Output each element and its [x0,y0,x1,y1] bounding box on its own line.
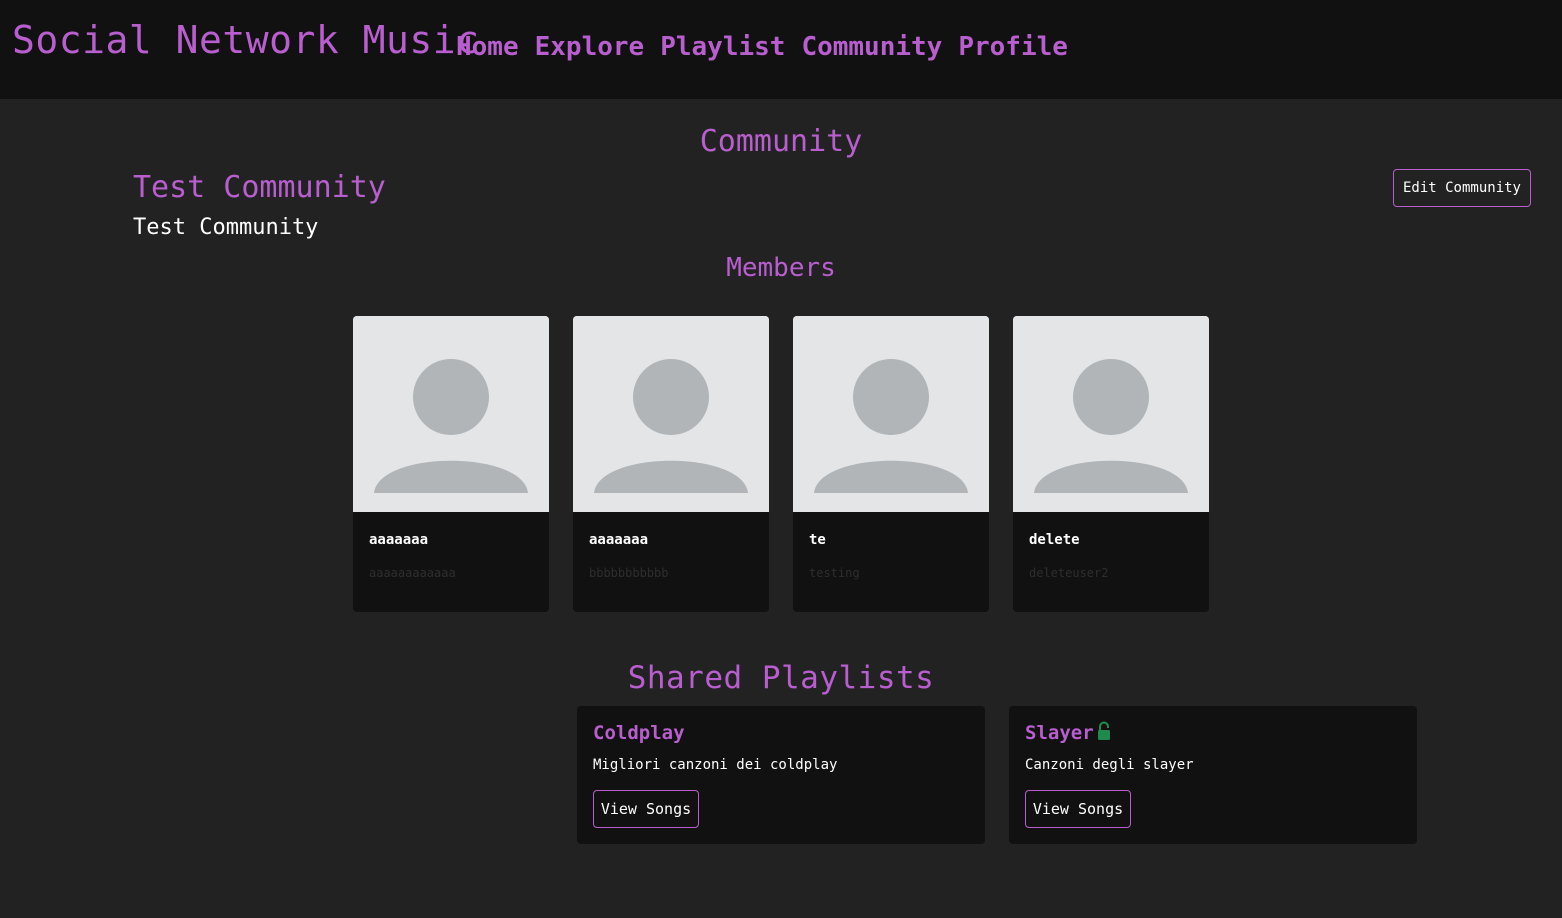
nav-link-playlist[interactable]: Playlist [660,32,785,62]
user-placeholder-icon [353,316,549,512]
member-username: bbbbbbbbbbb [589,566,669,580]
member-card[interactable]: delete deleteuser2 [1013,316,1209,612]
community-description: Test Community [133,215,319,240]
playlist-card: Slayer Canzoni degli slayer View Songs [1009,706,1417,844]
member-name: aaaaaaa [369,532,429,548]
view-songs-button[interactable]: View Songs [593,790,699,828]
edit-community-button[interactable]: Edit Community [1393,169,1531,207]
playlist-name: Coldplay [593,722,685,744]
playlist-name-row: Slayer [1025,721,1401,745]
member-name: delete [1029,532,1080,548]
playlist-name-row: Coldplay [593,722,969,744]
shared-playlists-list: Coldplay Migliori canzoni dei coldplay V… [577,706,1417,844]
member-card[interactable]: te testing [793,316,989,612]
user-placeholder-icon [793,316,989,512]
user-placeholder-icon [573,316,769,512]
community-name: Test Community [133,170,386,205]
member-username: aaaaaaaaaaaa [369,566,456,580]
playlist-card: Coldplay Migliori canzoni dei coldplay V… [577,706,985,844]
nav-link-explore[interactable]: Explore [535,32,645,62]
nav-link-community[interactable]: Community [801,32,942,62]
member-card[interactable]: aaaaaaa aaaaaaaaaaaa [353,316,549,612]
playlist-name: Slayer [1025,722,1094,744]
nav-link-home[interactable]: Home [456,32,519,62]
playlist-description: Migliori canzoni dei coldplay [593,757,838,773]
page-title: Community [699,124,863,159]
member-card[interactable]: aaaaaaa bbbbbbbbbbb [573,316,769,612]
nav-link-profile[interactable]: Profile [958,32,1068,62]
member-username: deleteuser2 [1029,566,1109,580]
navbar: Social Network Music Home Explore Playli… [0,0,1562,99]
member-name: aaaaaaa [589,532,649,548]
view-songs-button[interactable]: View Songs [1025,790,1131,828]
nav-links: Home Explore Playlist Community Profile [456,32,1068,62]
playlist-description: Canzoni degli slayer [1025,757,1194,773]
members-title: Members [726,253,836,283]
brand-title[interactable]: Social Network Music [12,18,480,62]
members-list: aaaaaaa aaaaaaaaaaaa aaaaaaa bbbbbbbbbbb… [353,316,1209,612]
user-placeholder-icon [1013,316,1209,512]
member-username: testing [809,566,860,580]
member-name: te [809,532,826,548]
shared-playlists-title: Shared Playlists [627,660,935,696]
unlocked-padlock-icon [1097,721,1111,745]
